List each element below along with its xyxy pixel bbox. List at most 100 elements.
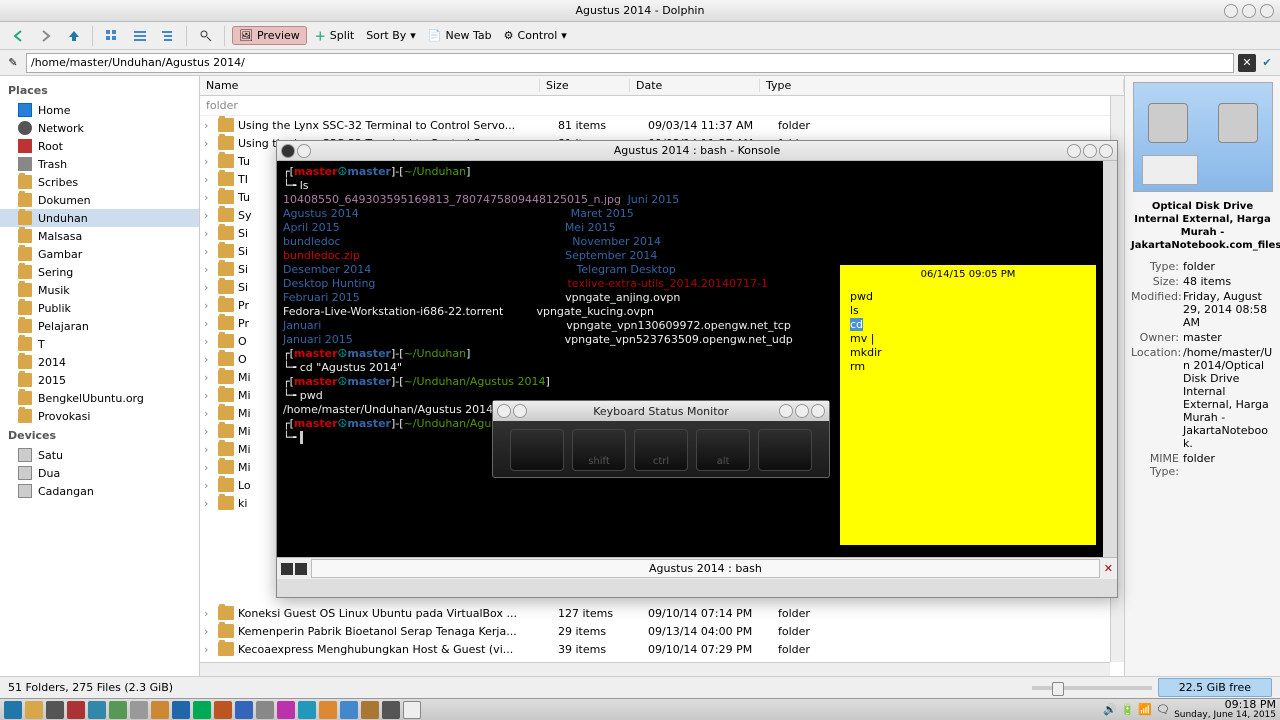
ksm-titlebar[interactable]: Keyboard Status Monitor <box>493 401 829 421</box>
sidebar-item-dokumen[interactable]: Dokumen <box>0 191 199 209</box>
task-icon[interactable] <box>319 701 337 719</box>
table-row[interactable]: ›Kemenperin Pabrik Bioetanol Serap Tenag… <box>200 622 1124 640</box>
col-name[interactable]: Name <box>200 79 540 92</box>
table-row[interactable]: ›Kecoaexpress Menghubungkan Host & Guest… <box>200 640 1124 658</box>
tray-icon[interactable]: 📶 <box>1138 703 1152 716</box>
sidebar-item-pelajaran[interactable]: Pelajaran <box>0 317 199 335</box>
clear-icon[interactable]: ✕ <box>1238 54 1256 72</box>
split-button[interactable]: ＋ Split <box>311 28 358 44</box>
task-icon[interactable] <box>151 701 169 719</box>
maximize-button[interactable] <box>1242 4 1256 18</box>
expand-icon[interactable]: › <box>204 155 218 168</box>
find-button[interactable] <box>194 25 218 47</box>
konsole-titlebar[interactable]: Agustus 2014 : bash - Konsole <box>277 141 1117 161</box>
konsole-menu-icon[interactable] <box>281 144 295 158</box>
konsole-close-button[interactable] <box>1099 144 1113 158</box>
filter-row[interactable]: folder <box>200 96 1124 116</box>
newtab-button[interactable]: 📄 New Tab <box>424 29 496 42</box>
task-icon[interactable] <box>256 701 274 719</box>
task-icon[interactable] <box>109 701 127 719</box>
sidebar-item-publik[interactable]: Publik <box>0 299 199 317</box>
expand-icon[interactable]: › <box>204 643 218 656</box>
sidebar-item-network[interactable]: Network <box>0 119 199 137</box>
tray-icon[interactable]: 🗨 <box>1156 703 1170 716</box>
sidebar-item-provokasi[interactable]: Provokasi <box>0 407 199 425</box>
sidebar-item-bengkelubuntu.org[interactable]: BengkelUbuntu.org <box>0 389 199 407</box>
sidebar-item-sering[interactable]: Sering <box>0 263 199 281</box>
expand-icon[interactable]: › <box>204 173 218 186</box>
up-button[interactable] <box>62 25 86 47</box>
view-tree-button[interactable] <box>156 25 180 47</box>
col-date[interactable]: Date <box>630 79 760 92</box>
go-icon[interactable]: ✔ <box>1258 54 1276 72</box>
address-input[interactable]: /home/master/Unduhan/Agustus 2014/ <box>26 53 1234 73</box>
sidebar-item-t[interactable]: T <box>0 335 199 353</box>
expand-icon[interactable]: › <box>204 281 218 294</box>
expand-icon[interactable]: › <box>204 425 218 438</box>
edit-path-icon[interactable]: ✎ <box>4 54 22 72</box>
sidebar-item-musik[interactable]: Musik <box>0 281 199 299</box>
konsole-minimize-button[interactable] <box>1067 144 1081 158</box>
tray-icon[interactable]: 🔊 <box>1103 703 1117 716</box>
view-icons-button[interactable] <box>100 25 124 47</box>
expand-icon[interactable]: › <box>204 263 218 276</box>
sidebar-item-2015[interactable]: 2015 <box>0 371 199 389</box>
expand-icon[interactable]: › <box>204 119 218 132</box>
sidebar-item-malsasa[interactable]: Malsasa <box>0 227 199 245</box>
tray-icon[interactable]: 🔋 <box>1121 703 1135 716</box>
control-menu[interactable]: ⚙ Control ▾ <box>500 29 571 42</box>
sticky-note[interactable]: 06/14/15 09:05 PM pwdlscdmv |mkdirrm <box>840 265 1096 545</box>
device-item-cadangan[interactable]: Cadangan <box>0 482 199 500</box>
task-icon[interactable] <box>235 701 253 719</box>
sidebar-item-unduhan[interactable]: Unduhan <box>0 209 199 227</box>
task-icon[interactable] <box>403 701 421 719</box>
sidebar-item-root[interactable]: Root <box>0 137 199 155</box>
sidebar-item-trash[interactable]: Trash <box>0 155 199 173</box>
task-icon[interactable] <box>88 701 106 719</box>
konsole-tab[interactable]: Agustus 2014 : bash <box>311 559 1100 578</box>
device-item-satu[interactable]: Satu <box>0 446 199 464</box>
tab-close-button[interactable]: ✕ <box>1100 562 1117 575</box>
task-icon[interactable] <box>214 701 232 719</box>
expand-icon[interactable]: › <box>204 245 218 258</box>
kde-menu-button[interactable] <box>4 701 22 719</box>
expand-icon[interactable]: › <box>204 461 218 474</box>
task-icon[interactable] <box>277 701 295 719</box>
column-headers[interactable]: Name Size Date Type <box>200 76 1124 96</box>
ksm-icon[interactable] <box>497 404 511 418</box>
ksm-minimize-button[interactable] <box>779 404 793 418</box>
col-type[interactable]: Type <box>760 79 1124 92</box>
expand-icon[interactable]: › <box>204 607 218 620</box>
sidebar-item-2014[interactable]: 2014 <box>0 353 199 371</box>
task-icon[interactable] <box>172 701 190 719</box>
sticky-body[interactable]: pwdlscdmv |mkdirrm <box>840 284 1096 380</box>
sidebar-item-gambar[interactable]: Gambar <box>0 245 199 263</box>
preview-toggle[interactable]: 🖼 Preview <box>232 26 307 45</box>
keyboard-status-window[interactable]: Keyboard Status Monitor shiftctrlalt <box>492 400 830 478</box>
expand-icon[interactable]: › <box>204 353 218 366</box>
device-item-dua[interactable]: Dua <box>0 464 199 482</box>
close-button[interactable] <box>1260 4 1274 18</box>
table-row[interactable]: ›Koneksi Guest OS Linux Ubuntu pada Virt… <box>200 604 1124 622</box>
expand-icon[interactable]: › <box>204 625 218 638</box>
view-list-button[interactable] <box>128 25 152 47</box>
minimize-button[interactable] <box>1224 4 1238 18</box>
expand-icon[interactable]: › <box>204 227 218 240</box>
tab-menu-icon[interactable] <box>295 563 307 575</box>
expand-icon[interactable]: › <box>204 335 218 348</box>
clock[interactable]: 09:18 PM <box>1174 700 1276 710</box>
expand-icon[interactable]: › <box>204 407 218 420</box>
expand-icon[interactable]: › <box>204 479 218 492</box>
task-icon[interactable] <box>193 701 211 719</box>
expand-icon[interactable]: › <box>204 137 218 150</box>
task-filemanager-icon[interactable] <box>25 701 43 719</box>
expand-icon[interactable]: › <box>204 191 218 204</box>
expand-icon[interactable]: › <box>204 389 218 402</box>
zoom-slider[interactable] <box>1032 686 1152 690</box>
task-icon[interactable] <box>130 701 148 719</box>
expand-icon[interactable]: › <box>204 497 218 510</box>
konsole-maximize-button[interactable] <box>1083 144 1097 158</box>
expand-icon[interactable]: › <box>204 299 218 312</box>
task-icon[interactable] <box>382 701 400 719</box>
table-row[interactable]: ›Using the Lynx SSC-32 Terminal to Contr… <box>200 116 1124 134</box>
